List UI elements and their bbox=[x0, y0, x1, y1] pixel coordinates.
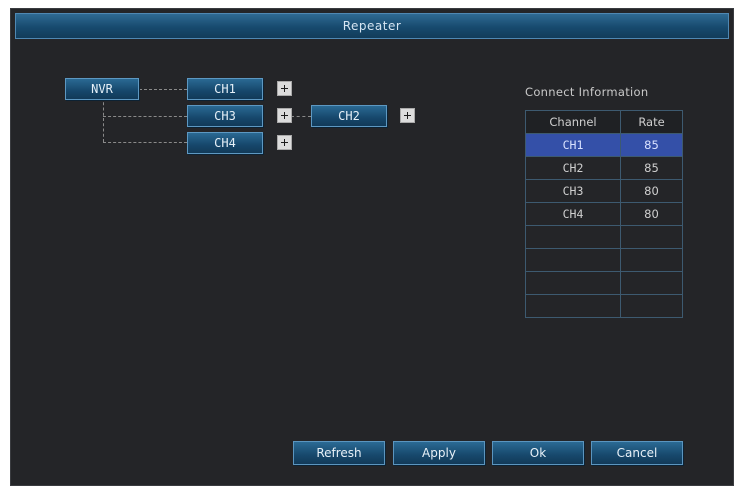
refresh-button[interactable]: Refresh bbox=[293, 441, 385, 465]
cell-rate: 80 bbox=[620, 202, 683, 226]
connector-nvr-ch1 bbox=[139, 89, 187, 90]
cell-channel: CH4 bbox=[525, 202, 621, 226]
table-row[interactable]: CH3 80 bbox=[525, 179, 683, 203]
window-title: Repeater bbox=[15, 13, 729, 39]
cell-channel: CH1 bbox=[525, 133, 621, 157]
column-header-channel: Channel bbox=[525, 110, 621, 134]
table-row-empty bbox=[525, 294, 683, 318]
node-ch2[interactable]: CH2 bbox=[311, 105, 387, 127]
node-ch1[interactable]: CH1 bbox=[187, 78, 263, 100]
cell-channel: CH3 bbox=[525, 179, 621, 203]
cell-channel: CH2 bbox=[525, 156, 621, 180]
cancel-button[interactable]: Cancel bbox=[591, 441, 683, 465]
cell-rate: 85 bbox=[620, 156, 683, 180]
connector-vertical bbox=[103, 97, 104, 142]
table-row-empty bbox=[525, 225, 683, 249]
table-header-row: Channel Rate bbox=[525, 110, 683, 134]
connect-info-title: Connect Information bbox=[525, 85, 649, 99]
apply-button[interactable]: Apply bbox=[393, 441, 485, 465]
plus-square-icon[interactable] bbox=[400, 108, 415, 123]
table-row-empty bbox=[525, 248, 683, 272]
table-row[interactable]: CH1 85 bbox=[525, 133, 683, 157]
node-ch3[interactable]: CH3 bbox=[187, 105, 263, 127]
cell-rate: 85 bbox=[620, 133, 683, 157]
plus-square-icon[interactable] bbox=[277, 135, 292, 150]
table-row[interactable]: CH2 85 bbox=[525, 156, 683, 180]
plus-square-icon[interactable] bbox=[277, 108, 292, 123]
cell-rate: 80 bbox=[620, 179, 683, 203]
connector-ch3 bbox=[103, 116, 187, 117]
node-nvr[interactable]: NVR bbox=[65, 78, 139, 100]
connect-info-table: Channel Rate CH1 85 CH2 85 CH3 80 CH4 80 bbox=[525, 110, 683, 318]
connector-ch4 bbox=[103, 142, 187, 143]
repeater-window: Repeater NVR CH1 CH3 CH2 CH4 Connect Inf… bbox=[10, 8, 734, 486]
table-row-empty bbox=[525, 271, 683, 295]
node-ch4[interactable]: CH4 bbox=[187, 132, 263, 154]
table-row[interactable]: CH4 80 bbox=[525, 202, 683, 226]
connector-ch3-ch2 bbox=[291, 116, 311, 117]
ok-button[interactable]: Ok bbox=[492, 441, 584, 465]
column-header-rate: Rate bbox=[620, 110, 683, 134]
plus-square-icon[interactable] bbox=[277, 81, 292, 96]
